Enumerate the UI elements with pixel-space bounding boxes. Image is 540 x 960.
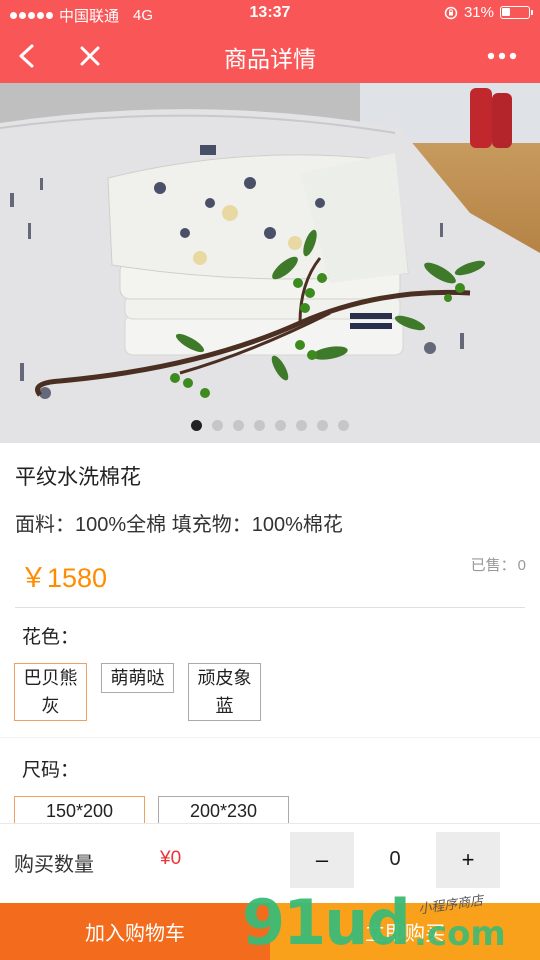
carousel-dot[interactable] (275, 420, 286, 431)
carousel-dot[interactable] (233, 420, 244, 431)
product-price: ￥1580 (20, 563, 108, 593)
action-bar: 加入购物车 立即购买 (0, 903, 540, 960)
battery-percent: 31% (463, 4, 494, 21)
divider (15, 607, 525, 608)
carousel-dot[interactable] (212, 420, 223, 431)
carousel-dot[interactable] (338, 420, 349, 431)
quantity-minus-button[interactable]: – (290, 832, 354, 888)
color-option-0[interactable]: 巴贝熊灰 (14, 663, 87, 721)
quantity-total-price: ¥0 (160, 848, 182, 869)
color-section-label: 花色： (22, 627, 80, 648)
buy-now-button[interactable]: 立即购买 (270, 903, 540, 960)
carousel-dot[interactable] (191, 420, 202, 431)
sold-value: 0 (517, 557, 526, 574)
product-photo (0, 83, 540, 443)
carousel-dot[interactable] (317, 420, 328, 431)
more-button[interactable] (484, 38, 520, 74)
section-divider (0, 737, 540, 738)
quantity-value[interactable]: 0 (354, 848, 436, 871)
size-option-1[interactable]: 200*230 (158, 796, 289, 826)
page-title: 商品详情 (224, 46, 316, 72)
product-name: 平纹水洗棉花 (15, 466, 141, 489)
battery-icon (500, 6, 533, 19)
nav-bar: 商品详情 (0, 28, 540, 83)
add-to-cart-button[interactable]: 加入购物车 (0, 903, 270, 960)
status-right: 31% (444, 4, 533, 21)
sold-label: 已售： (470, 557, 516, 574)
quantity-label: 购买数量 (14, 854, 94, 876)
color-option-2[interactable]: 顽皮象蓝 (188, 663, 261, 721)
size-option-0[interactable]: 150*200 (14, 796, 145, 826)
color-option-1[interactable]: 萌萌哒 (101, 663, 174, 693)
sold-count: 已售： 0 (469, 554, 526, 575)
product-material: 面料：100%全棉 填充物：100%棉花 (15, 514, 343, 536)
status-bar: 中国联通 4G 13:37 31% (0, 0, 540, 28)
more-icon (487, 52, 517, 60)
orientation-lock-icon (444, 6, 458, 19)
carousel-dot[interactable] (296, 420, 307, 431)
quantity-bar: 购买数量 ¥0 – 0 + (0, 823, 540, 903)
carousel-dot[interactable] (254, 420, 265, 431)
size-section-label: 尺码： (22, 760, 80, 781)
product-image-carousel[interactable] (0, 83, 540, 443)
quantity-plus-button[interactable]: + (436, 832, 500, 888)
carousel-indicator[interactable] (0, 420, 540, 431)
